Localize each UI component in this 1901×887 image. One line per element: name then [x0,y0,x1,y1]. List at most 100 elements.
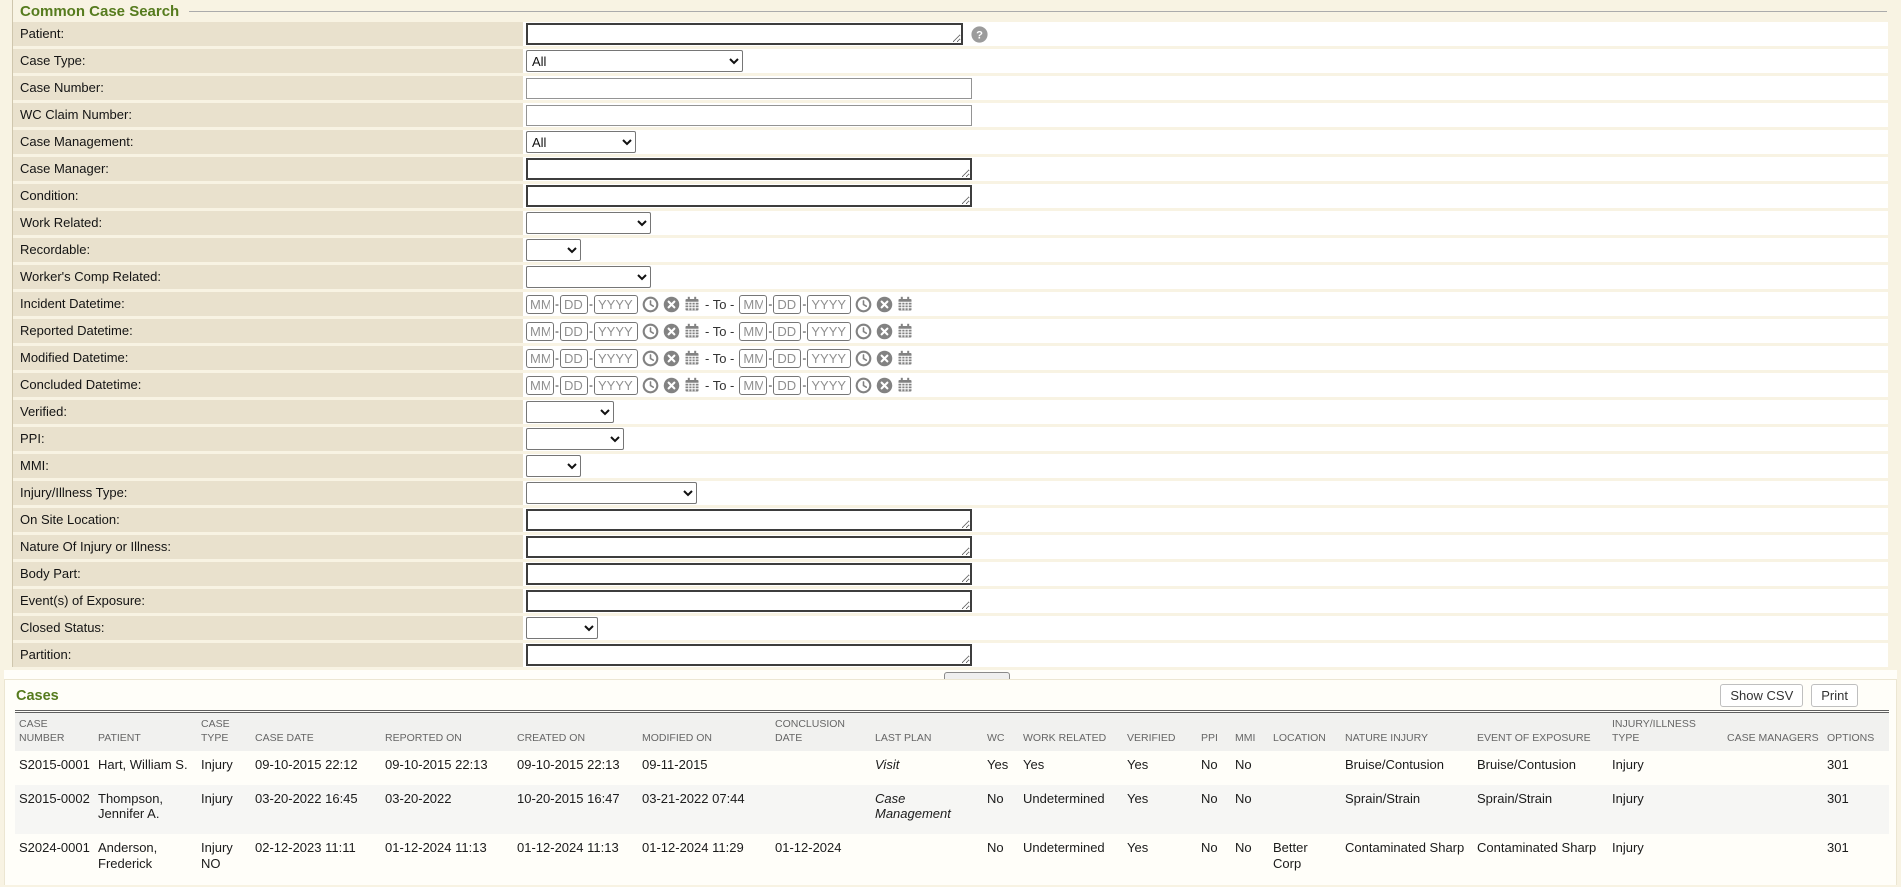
incident-datetime-from-month-input[interactable] [526,295,554,314]
clear-icon[interactable] [663,350,680,367]
event-s-of-exposure-value-cell [523,589,1888,613]
clock-icon[interactable] [855,323,872,340]
body-part-textarea[interactable] [526,563,972,585]
closed-status-select[interactable] [526,617,598,639]
incident-datetime-to-day-input[interactable] [773,295,801,314]
clock-icon[interactable] [642,377,659,394]
reported-datetime-to-day-input[interactable] [773,322,801,341]
cell-ppi: No [1197,834,1231,883]
ppi-select[interactable] [526,428,624,450]
calendar-icon[interactable] [684,350,700,366]
incident-datetime-to-month-input[interactable] [739,295,767,314]
incident-datetime-to-year-input[interactable] [807,295,851,314]
search-button-clipped[interactable] [944,672,1010,679]
form-row-recordable: Recordable: [13,238,1888,262]
form-row-case-number: Case Number: [13,76,1888,100]
clear-icon[interactable] [876,296,893,313]
reported-datetime-from-day-input[interactable] [560,322,588,341]
case-row-s2024-0001[interactable]: S2024-0001Anderson, FrederickInjury NO02… [15,834,1889,883]
case-row-s2015-0001[interactable]: S2015-0001Hart, William S.Injury09-10-20… [15,751,1889,785]
reported-datetime-to-year-input[interactable] [807,322,851,341]
column-header-reported-on: REPORTED ON [381,712,513,752]
event-s-of-exposure-textarea[interactable] [526,590,972,612]
clock-icon[interactable] [855,350,872,367]
concluded-datetime-to-month-input[interactable] [739,376,767,395]
clear-icon[interactable] [876,377,893,394]
date-separator: - [555,324,559,338]
injury-illness-type-select[interactable] [526,482,697,504]
case-number-input[interactable] [526,78,972,99]
cell-mmi: No [1231,751,1269,785]
clock-icon[interactable] [642,323,659,340]
clear-icon[interactable] [663,377,680,394]
work-related-select[interactable] [526,212,651,234]
nature-of-injury-or-illness-textarea[interactable] [526,536,972,558]
concluded-datetime-to-day-input[interactable] [773,376,801,395]
cell-patient: Hart, William S. [94,751,197,785]
cell-location [1269,785,1341,834]
modified-datetime-to-year-input[interactable] [807,349,851,368]
form-row-closed-status: Closed Status: [13,616,1888,640]
recordable-select[interactable] [526,239,581,261]
column-header-last-plan: LAST PLAN [871,712,983,752]
reported-datetime-label: Reported Datetime: [13,319,523,343]
print-button[interactable]: Print [1811,684,1858,707]
calendar-icon[interactable] [897,296,913,312]
incident-datetime-from-day-input[interactable] [560,295,588,314]
reported-datetime-to-month-input[interactable] [739,322,767,341]
condition-textarea[interactable] [526,185,972,207]
clock-icon[interactable] [855,296,872,313]
clock-icon[interactable] [642,296,659,313]
partition-textarea[interactable] [526,644,972,666]
concluded-datetime-from-year-input[interactable] [594,376,638,395]
column-header-modified-on: MODIFIED ON [638,712,771,752]
calendar-icon[interactable] [897,323,913,339]
calendar-icon[interactable] [897,350,913,366]
case-type-select[interactable]: All [526,50,743,72]
modified-datetime-from-year-input[interactable] [594,349,638,368]
worker-s-comp-related-label: Worker's Comp Related: [13,265,523,289]
column-header-conclusion-date: CONCLUSION DATE [771,712,871,752]
modified-datetime-label: Modified Datetime: [13,346,523,370]
clear-icon[interactable] [876,323,893,340]
mmi-select[interactable] [526,455,581,477]
cases-title: Cases [16,688,59,704]
calendar-icon[interactable] [684,377,700,393]
concluded-datetime-from-month-input[interactable] [526,376,554,395]
modified-datetime-to-day-input[interactable] [773,349,801,368]
clock-icon[interactable] [642,350,659,367]
verified-select[interactable] [526,401,614,423]
column-header-verified: VERIFIED [1123,712,1197,752]
column-header-options: OPTIONS [1823,712,1889,752]
clear-icon[interactable] [876,350,893,367]
case-row-s2015-0002[interactable]: S2015-0002Thompson, Jennifer A.Injury03-… [15,785,1889,834]
worker-s-comp-related-select[interactable] [526,266,651,288]
calendar-icon[interactable] [684,296,700,312]
clear-icon[interactable] [663,323,680,340]
help-icon[interactable]: ? [971,26,988,43]
case-management-select[interactable]: All [526,131,636,153]
clear-icon[interactable] [663,296,680,313]
cases-header-buttons: Show CSV Print [1712,684,1858,707]
recordable-value-cell [523,238,1888,262]
calendar-icon[interactable] [897,377,913,393]
on-site-location-textarea[interactable] [526,509,972,531]
reported-datetime-from-year-input[interactable] [594,322,638,341]
clock-icon[interactable] [855,377,872,394]
patient-value-cell: ? [523,22,1888,46]
modified-datetime-from-month-input[interactable] [526,349,554,368]
case-manager-textarea[interactable] [526,158,972,180]
modified-datetime-from-day-input[interactable] [560,349,588,368]
reported-datetime-from-month-input[interactable] [526,322,554,341]
column-header-created-on: CREATED ON [513,712,638,752]
incident-datetime-from-year-input[interactable] [594,295,638,314]
concluded-datetime-to-year-input[interactable] [807,376,851,395]
cell-last-plan: Visit [871,751,983,785]
modified-datetime-to-month-input[interactable] [739,349,767,368]
wc-claim-number-input[interactable] [526,105,972,126]
calendar-icon[interactable] [684,323,700,339]
case-type-label: Case Type: [13,49,523,73]
concluded-datetime-from-day-input[interactable] [560,376,588,395]
patient-textarea[interactable] [526,23,963,45]
show-csv-button[interactable]: Show CSV [1720,684,1803,707]
